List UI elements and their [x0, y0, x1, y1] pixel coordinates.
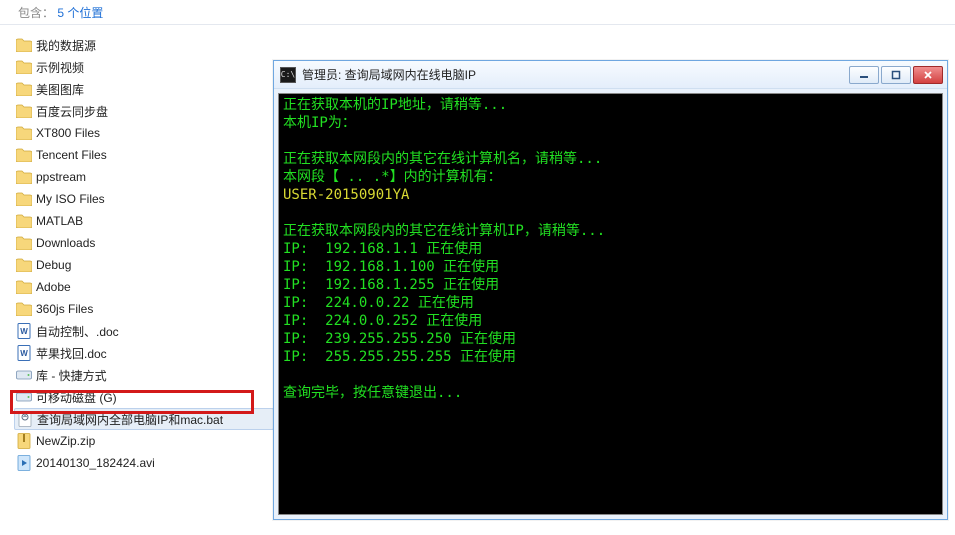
folder-icon [16, 279, 32, 295]
location-header: 包含： 5 个位置 [0, 0, 955, 23]
file-item-folder[interactable]: 百度云同步盘 [14, 100, 274, 122]
file-item-folder[interactable]: My ISO Files [14, 188, 274, 210]
file-item-folder[interactable]: MATLAB [14, 210, 274, 232]
file-label: 可移动磁盘 (G) [36, 389, 117, 406]
file-item-doc[interactable]: W 自动控制、.doc [14, 320, 274, 342]
bat-icon [17, 411, 33, 427]
file-item-folder[interactable]: XT800 Files [14, 122, 274, 144]
file-label: 自动控制、.doc [36, 323, 119, 340]
folder-icon [16, 81, 32, 97]
file-label: Downloads [36, 236, 95, 250]
console-line: 查询完毕，按任意键退出... [283, 384, 938, 402]
file-label: 百度云同步盘 [36, 103, 108, 120]
maximize-button[interactable] [881, 66, 911, 84]
file-label: MATLAB [36, 214, 83, 228]
folder-icon [16, 191, 32, 207]
file-label: XT800 Files [36, 126, 100, 140]
file-label: Tencent Files [36, 148, 107, 162]
drive-icon [16, 389, 32, 405]
divider [0, 24, 955, 25]
file-item-folder[interactable]: Debug [14, 254, 274, 276]
file-label: NewZip.zip [36, 434, 95, 448]
file-item-folder[interactable]: ppstream [14, 166, 274, 188]
file-label: Debug [36, 258, 71, 272]
folder-icon [16, 37, 32, 53]
file-item-folder[interactable]: 我的数据源 [14, 34, 274, 56]
file-item-video[interactable]: 20140130_182424.avi [14, 452, 274, 474]
file-item-bat[interactable]: 查询局域网内全部电脑IP和mac.bat [14, 408, 274, 430]
folder-icon [16, 257, 32, 273]
console-line: IP: 192.168.1.1 正在使用 [283, 240, 938, 258]
file-item-folder[interactable]: 美图图库 [14, 78, 274, 100]
file-label: 美图图库 [36, 81, 84, 98]
console-line: IP: 239.255.255.250 正在使用 [283, 330, 938, 348]
folder-icon [16, 125, 32, 141]
file-label: Adobe [36, 280, 71, 294]
console-line: IP: 192.168.1.100 正在使用 [283, 258, 938, 276]
console-line: USER-20150901YA [283, 186, 938, 204]
drive-icon [16, 367, 32, 383]
folder-icon [16, 235, 32, 251]
folder-icon [16, 103, 32, 119]
console-line: IP: 255.255.255.255 正在使用 [283, 348, 938, 366]
svg-text:W: W [20, 327, 28, 336]
file-label: 360js Files [36, 302, 93, 316]
folder-icon [16, 59, 32, 75]
doc-icon: W [16, 323, 32, 339]
file-item-folder[interactable]: 示例视频 [14, 56, 274, 78]
doc-icon: W [16, 345, 32, 361]
folder-icon [16, 301, 32, 317]
console-line [283, 204, 938, 222]
console-line: 本网段【 .. .*】内的计算机有： [283, 168, 938, 186]
folder-icon [16, 147, 32, 163]
file-label: 查询局域网内全部电脑IP和mac.bat [37, 411, 223, 428]
file-item-drive[interactable]: 可移动磁盘 (G) [14, 386, 274, 408]
console-output[interactable]: 正在获取本机的IP地址，请稍等...本机IP为： 正在获取本网段内的其它在线计算… [278, 93, 943, 515]
console-window: C:\ 管理员: 查询局域网内在线电脑IP 正在获取本机的IP地址，请稍等...… [273, 60, 948, 520]
console-line: IP: 224.0.0.252 正在使用 [283, 312, 938, 330]
console-title: 管理员: 查询局域网内在线电脑IP [302, 66, 843, 83]
file-label: 苹果找回.doc [36, 345, 107, 362]
file-label: 20140130_182424.avi [36, 456, 155, 470]
console-line: IP: 192.168.1.255 正在使用 [283, 276, 938, 294]
folder-icon [16, 169, 32, 185]
file-item-drive[interactable]: 库 - 快捷方式 [14, 364, 274, 386]
file-item-folder[interactable]: Adobe [14, 276, 274, 298]
console-line [283, 132, 938, 150]
file-label: ppstream [36, 170, 86, 184]
folder-icon [16, 213, 32, 229]
file-item-folder[interactable]: Downloads [14, 232, 274, 254]
file-item-doc[interactable]: W 苹果找回.doc [14, 342, 274, 364]
file-label: 我的数据源 [36, 37, 96, 54]
file-list: 我的数据源示例视频美图图库百度云同步盘 XT800 Files Tencent Fi… [14, 34, 274, 474]
console-line: 本机IP为： [283, 114, 938, 132]
close-button[interactable] [913, 66, 943, 84]
file-item-folder[interactable]: Tencent Files [14, 144, 274, 166]
minimize-button[interactable] [849, 66, 879, 84]
console-line: 正在获取本机的IP地址，请稍等... [283, 96, 938, 114]
file-item-folder[interactable]: 360js Files [14, 298, 274, 320]
file-label: My ISO Files [36, 192, 105, 206]
file-label: 库 - 快捷方式 [36, 367, 107, 384]
cmd-icon: C:\ [280, 67, 296, 83]
window-buttons [849, 66, 943, 84]
file-item-zip[interactable]: NewZip.zip [14, 430, 274, 452]
console-titlebar[interactable]: C:\ 管理员: 查询局域网内在线电脑IP [274, 61, 947, 89]
file-label: 示例视频 [36, 59, 84, 76]
location-count[interactable]: 5 个位置 [57, 6, 103, 20]
console-line: 正在获取本网段内的其它在线计算机名，请稍等... [283, 150, 938, 168]
console-line [283, 366, 938, 384]
location-prefix: 包含： [18, 6, 54, 20]
console-line: 正在获取本网段内的其它在线计算机IP，请稍等... [283, 222, 938, 240]
console-line: IP: 224.0.0.22 正在使用 [283, 294, 938, 312]
svg-text:W: W [20, 349, 28, 358]
video-icon [16, 455, 32, 471]
zip-icon [16, 433, 32, 449]
